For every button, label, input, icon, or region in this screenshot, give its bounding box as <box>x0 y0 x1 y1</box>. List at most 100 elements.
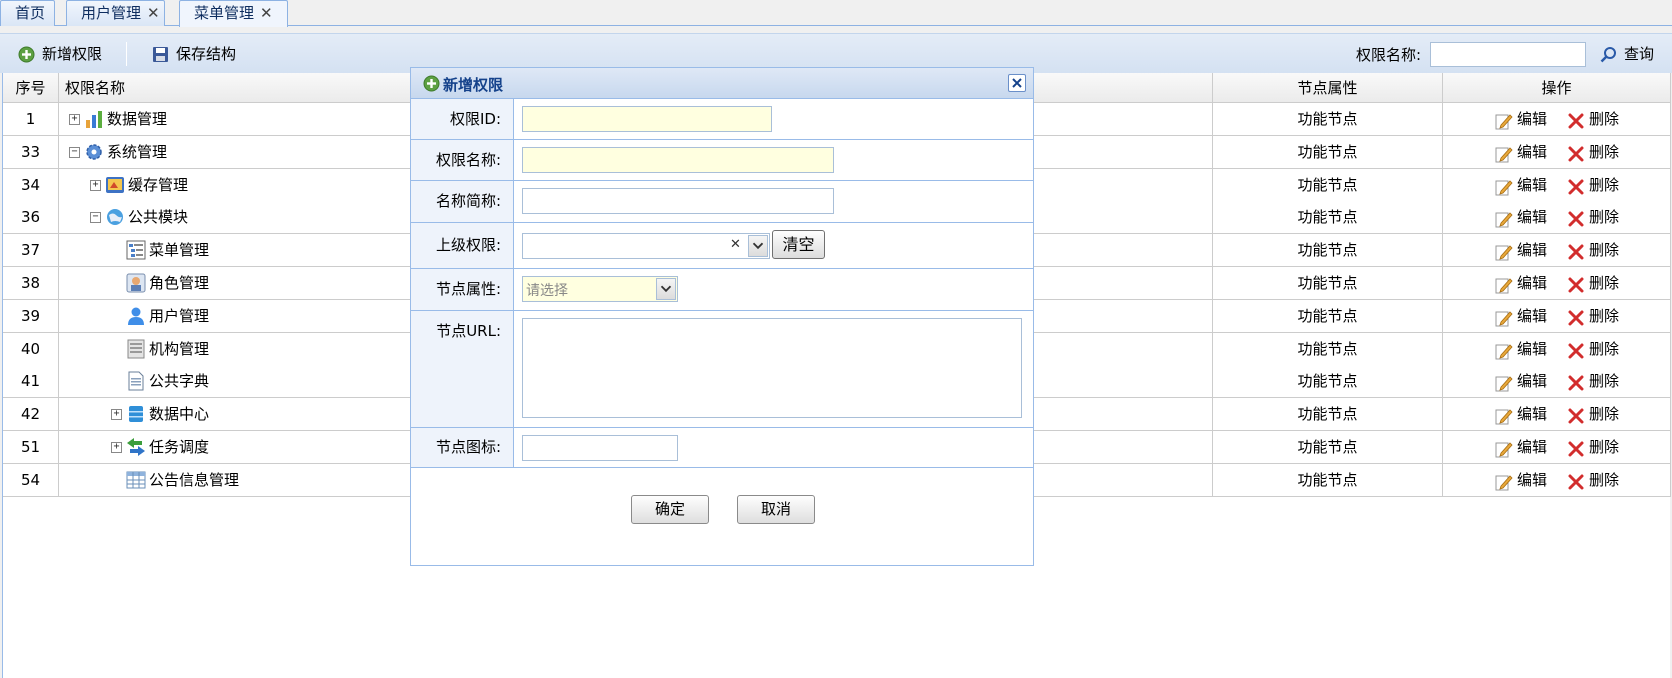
node-url-label: 节点URL: <box>411 311 514 427</box>
delete-label: 删除 <box>1589 372 1620 391</box>
expand-toggle[interactable]: + <box>69 114 80 125</box>
edit-label: 编辑 <box>1517 339 1548 358</box>
toolbar-divider <box>126 42 127 66</box>
delete-label: 删除 <box>1589 339 1620 358</box>
header-num: 序号 <box>3 73 59 103</box>
delete-button[interactable]: 删除 <box>1567 169 1627 201</box>
floppy-disk-icon <box>153 47 168 62</box>
edit-label: 编辑 <box>1517 208 1548 227</box>
parent-permission-label: 上级权限: <box>411 223 514 268</box>
delete-button[interactable]: 删除 <box>1567 398 1627 430</box>
edit-button[interactable]: 编辑 <box>1495 431 1555 463</box>
tab-menu-management[interactable]: 菜单管理 ✕ <box>179 0 288 27</box>
delete-icon <box>1568 441 1584 457</box>
delete-button[interactable]: 删除 <box>1567 431 1627 463</box>
dropdown-button[interactable] <box>656 278 676 300</box>
chevron-down-icon <box>660 285 672 293</box>
form-row-short: 名称简称: <box>411 181 1033 223</box>
edit-label: 编辑 <box>1517 241 1548 260</box>
delete-icon <box>1568 375 1584 391</box>
edit-icon <box>1495 311 1513 327</box>
node-attr-select[interactable]: 请选择 <box>522 276 678 302</box>
short-name-input[interactable] <box>522 188 834 214</box>
node-url-textarea[interactable] <box>522 318 1022 418</box>
add-permission-button[interactable]: 新增权限 <box>18 44 110 64</box>
tab-home[interactable]: 首页 <box>0 0 55 26</box>
row-num: 54 <box>3 463 59 496</box>
save-structure-button[interactable]: 保存结构 <box>152 44 248 64</box>
form-row-parent: 上级权限: ✕ 清空 <box>411 223 1033 269</box>
delete-button[interactable]: 删除 <box>1567 267 1627 299</box>
delete-label: 删除 <box>1589 142 1620 161</box>
delete-button[interactable]: 删除 <box>1567 333 1627 365</box>
delete-button[interactable]: 删除 <box>1567 365 1627 397</box>
delete-button[interactable]: 删除 <box>1567 234 1627 266</box>
edit-label: 编辑 <box>1517 372 1548 391</box>
add-permission-dialog: 新增权限 权限ID: 权限名称: 名称简称: 上级权限: ✕ 清空 节点属性: … <box>410 67 1034 566</box>
row-num: 33 <box>3 135 59 168</box>
chevron-down-icon <box>752 242 764 250</box>
edit-button[interactable]: 编辑 <box>1495 136 1555 168</box>
edit-button[interactable]: 编辑 <box>1495 464 1555 496</box>
edit-button[interactable]: 编辑 <box>1495 267 1555 299</box>
form-row-attr: 节点属性: 请选择 <box>411 269 1033 311</box>
edit-button[interactable]: 编辑 <box>1495 365 1555 397</box>
clear-button[interactable]: 清空 <box>772 230 825 259</box>
header-op: 操作 <box>1443 73 1671 103</box>
tab-close-icon[interactable]: ✕ <box>147 1 160 25</box>
cancel-button[interactable]: 取消 <box>737 495 815 524</box>
delete-label: 删除 <box>1589 175 1620 194</box>
database-icon <box>129 406 143 423</box>
dialog-close-button[interactable] <box>1008 74 1026 92</box>
edit-label: 编辑 <box>1517 274 1548 292</box>
permission-id-input[interactable] <box>522 106 772 132</box>
row-attr: 功能节点 <box>1213 267 1443 299</box>
tab-user-management[interactable]: 用户管理 ✕ <box>66 0 165 26</box>
confirm-button[interactable]: 确定 <box>631 495 709 524</box>
row-attr: 功能节点 <box>1213 431 1443 463</box>
tab-close-icon[interactable]: ✕ <box>260 1 273 25</box>
edit-label: 编辑 <box>1517 306 1548 325</box>
delete-label: 删除 <box>1589 405 1620 424</box>
delete-icon <box>1568 146 1584 162</box>
row-attr: 功能节点 <box>1213 234 1443 267</box>
collapse-toggle[interactable]: − <box>69 146 80 158</box>
edit-button[interactable]: 编辑 <box>1495 103 1555 135</box>
row-actions: 编辑 删除 <box>1443 267 1671 299</box>
form-row-id: 权限ID: <box>411 99 1033 140</box>
delete-button[interactable]: 删除 <box>1567 300 1627 332</box>
edit-button[interactable]: 编辑 <box>1495 333 1555 365</box>
parent-permission-combo[interactable]: ✕ <box>522 233 770 259</box>
edit-button[interactable]: 编辑 <box>1495 201 1555 233</box>
arrows-icon <box>127 438 145 456</box>
delete-button[interactable]: 删除 <box>1567 136 1627 168</box>
edit-button[interactable]: 编辑 <box>1495 398 1555 430</box>
collapse-toggle[interactable]: − <box>90 212 101 224</box>
edit-icon <box>1495 147 1513 163</box>
delete-label: 删除 <box>1589 274 1620 292</box>
dropdown-button[interactable] <box>748 235 768 257</box>
clear-selection-icon[interactable]: ✕ <box>730 237 741 252</box>
delete-button[interactable]: 删除 <box>1567 464 1627 496</box>
node-icon-label: 节点图标: <box>411 428 514 467</box>
row-actions: 编辑 删除 <box>1443 365 1671 398</box>
node-icon-input[interactable] <box>522 435 678 461</box>
expand-toggle[interactable]: + <box>90 179 101 191</box>
delete-button[interactable]: 删除 <box>1567 201 1627 233</box>
permission-name-input[interactable] <box>522 147 834 173</box>
cache-icon <box>106 176 124 193</box>
row-actions: 编辑 删除 <box>1443 398 1671 431</box>
delete-icon <box>1568 474 1584 490</box>
expand-toggle[interactable]: + <box>111 409 122 421</box>
query-button[interactable]: 查询 <box>1600 44 1666 64</box>
delete-button[interactable]: 删除 <box>1567 103 1627 135</box>
edit-button[interactable]: 编辑 <box>1495 300 1555 332</box>
edit-icon <box>1495 278 1513 294</box>
edit-button[interactable]: 编辑 <box>1495 169 1555 201</box>
row-name: 缓存管理 <box>128 175 189 194</box>
row-actions: 编辑 删除 <box>1443 332 1671 365</box>
row-attr: 功能节点 <box>1213 201 1443 234</box>
permission-name-search-input[interactable] <box>1430 42 1586 67</box>
expand-toggle[interactable]: + <box>111 442 122 453</box>
edit-button[interactable]: 编辑 <box>1495 234 1555 266</box>
